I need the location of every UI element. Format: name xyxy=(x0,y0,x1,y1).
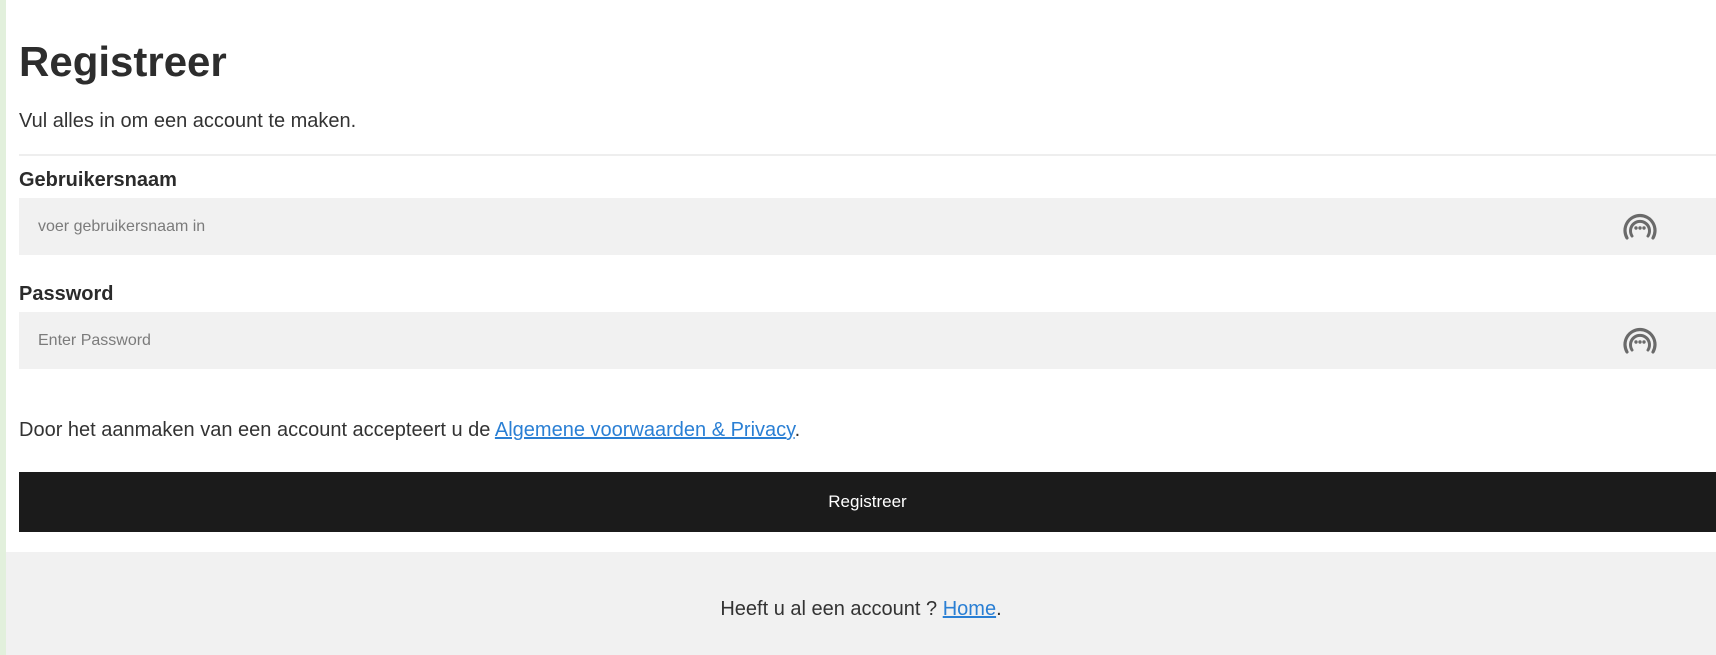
terms-suffix: . xyxy=(794,419,801,441)
terms-notice: Door het aanmaken van een account accept… xyxy=(19,418,800,442)
password-manager-icon[interactable] xyxy=(1619,320,1661,362)
login-prompt: Heeft u al een account ? Home. xyxy=(6,597,1716,621)
home-link[interactable]: Home xyxy=(943,598,996,620)
register-button[interactable]: Registreer xyxy=(19,472,1716,532)
username-label: Gebruikersnaam xyxy=(19,169,177,191)
footer: Heeft u al een account ? Home. xyxy=(6,552,1716,655)
terms-link[interactable]: Algemene voorwaarden & Privacy xyxy=(495,419,795,441)
password-input[interactable] xyxy=(19,312,1716,369)
password-label: Password xyxy=(19,283,114,305)
page-subtitle: Vul alles in om een account te maken. xyxy=(19,110,357,132)
username-input[interactable] xyxy=(19,198,1716,255)
login-prompt-text: Heeft u al een account ? xyxy=(720,598,943,620)
password-field-wrapper xyxy=(19,312,1716,369)
login-prompt-suffix: . xyxy=(996,598,1002,620)
username-field-wrapper xyxy=(19,198,1716,255)
password-manager-icon[interactable] xyxy=(1619,206,1661,248)
divider xyxy=(19,154,1716,156)
terms-text: Door het aanmaken van een account accept… xyxy=(19,419,495,441)
page-title: Registreer xyxy=(19,38,227,85)
register-form: Registreer Vul alles in om een account t… xyxy=(6,0,1716,552)
